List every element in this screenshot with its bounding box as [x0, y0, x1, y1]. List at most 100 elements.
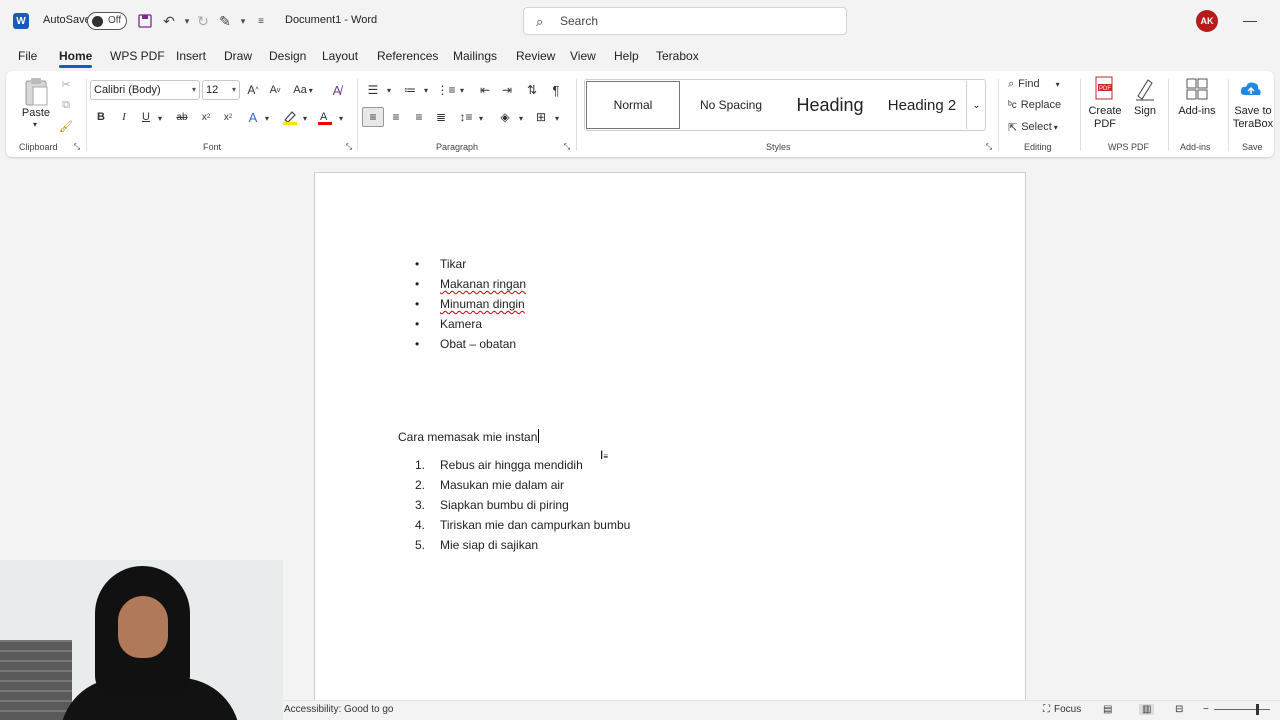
paste-dropdown-icon[interactable]: ▾: [28, 119, 42, 129]
align-left-icon[interactable]: ≡: [362, 107, 384, 127]
read-mode-icon[interactable]: ▤: [1103, 704, 1112, 715]
align-center-icon[interactable]: ≡: [387, 108, 405, 126]
tab-mailings[interactable]: Mailings: [453, 49, 497, 63]
zoom-out-icon[interactable]: −: [1203, 704, 1209, 715]
cut-icon[interactable]: ✂: [57, 75, 75, 93]
tab-view[interactable]: View: [570, 49, 596, 63]
shading-dropdown-icon[interactable]: ▾: [516, 113, 526, 123]
bullets-icon[interactable]: ☰: [364, 81, 382, 99]
tab-layout[interactable]: Layout: [322, 49, 358, 63]
line-spacing-dropdown-icon[interactable]: ▾: [476, 113, 486, 123]
user-avatar[interactable]: AK: [1196, 10, 1218, 32]
styles-more-icon[interactable]: ⌄: [966, 81, 986, 129]
replace-button[interactable]: ᵇc Replace: [1008, 96, 1078, 114]
autosave-toggle[interactable]: Off: [87, 12, 127, 30]
multilevel-list-icon[interactable]: ⋮≡: [437, 81, 456, 99]
numbering-icon[interactable]: ≔: [401, 81, 419, 99]
redo-icon[interactable]: ↻: [194, 12, 212, 30]
highlight-dropdown-icon[interactable]: ▾: [300, 113, 310, 123]
styles-launcher-icon[interactable]: ⤡: [984, 142, 994, 152]
shrink-font-icon[interactable]: Av: [266, 81, 284, 99]
text-effects-dropdown-icon[interactable]: ▾: [262, 113, 272, 123]
tab-review[interactable]: Review: [516, 49, 555, 63]
font-name-select[interactable]: Calibri (Body) ▾: [90, 80, 200, 100]
copy-icon[interactable]: ⧉: [57, 96, 75, 114]
terabox-cloud-icon[interactable]: [1238, 77, 1264, 101]
sort-icon[interactable]: ⇅: [523, 81, 541, 99]
zoom-slider[interactable]: [1214, 709, 1270, 710]
word-logo-icon: W: [13, 13, 29, 29]
numbering-dropdown-icon[interactable]: ▾: [421, 85, 431, 95]
tab-design[interactable]: Design: [269, 49, 306, 63]
search-box[interactable]: ⌕ Search: [523, 7, 847, 35]
borders-icon[interactable]: ⊞: [532, 108, 550, 126]
decrease-indent-icon[interactable]: ⇤: [476, 81, 494, 99]
tab-terabox[interactable]: Terabox: [656, 49, 699, 63]
text-effects-icon[interactable]: A: [244, 108, 262, 126]
style-heading[interactable]: Heading: [781, 81, 879, 129]
tab-references[interactable]: References: [377, 49, 438, 63]
style-no-spacing[interactable]: No Spacing: [683, 81, 779, 129]
tab-home[interactable]: Home: [59, 49, 93, 68]
web-layout-icon[interactable]: ⊟: [1175, 704, 1183, 715]
line-spacing-icon[interactable]: ↕≡: [457, 108, 475, 126]
zoom-slider-thumb[interactable]: [1256, 704, 1259, 715]
clipboard-launcher-icon[interactable]: ⤡: [72, 142, 82, 152]
save-icon[interactable]: [136, 12, 154, 30]
font-color-dropdown-icon[interactable]: ▾: [336, 113, 346, 123]
italic-icon[interactable]: I: [115, 108, 133, 126]
underline-icon[interactable]: U: [137, 108, 155, 126]
accessibility-status[interactable]: Accessibility: Good to go: [284, 704, 394, 715]
align-right-icon[interactable]: ≡: [410, 108, 428, 126]
style-normal[interactable]: Normal: [586, 81, 680, 129]
paragraph-launcher-icon[interactable]: ⤡: [562, 142, 572, 152]
select-button[interactable]: ⇱ Select ▾: [1008, 118, 1078, 136]
font-size-select[interactable]: 12 ▾: [202, 80, 240, 100]
subscript-icon[interactable]: x2: [197, 108, 215, 126]
font-color-icon[interactable]: A: [316, 108, 334, 126]
tab-insert[interactable]: Insert: [176, 49, 206, 63]
strikethrough-icon[interactable]: ab: [173, 108, 191, 126]
tab-draw[interactable]: Draw: [224, 49, 252, 63]
bullets-dropdown-icon[interactable]: ▾: [384, 85, 394, 95]
font-launcher-icon[interactable]: ⤡: [344, 142, 354, 152]
document-page[interactable]: • Tikar • Makanan ringan • Minuman dingin •…: [314, 172, 1026, 712]
print-layout-icon[interactable]: ▥: [1139, 704, 1155, 715]
minimize-icon[interactable]: —: [1240, 10, 1260, 30]
select-cursor-icon: ⇱: [1008, 121, 1018, 134]
customize-toolbar-icon[interactable]: ≡: [252, 12, 270, 30]
borders-dropdown-icon[interactable]: ▾: [552, 113, 562, 123]
format-painter-icon[interactable]: 🖌: [57, 117, 75, 135]
superscript-icon[interactable]: x2: [219, 108, 237, 126]
grow-font-icon[interactable]: A ^: [244, 81, 262, 99]
tab-file[interactable]: File: [18, 49, 37, 63]
bold-icon[interactable]: B: [92, 108, 110, 126]
find-button[interactable]: ⌕ Find ▾: [1008, 75, 1078, 93]
list-number: 3.: [415, 498, 426, 512]
format-dropdown-icon[interactable]: ▾: [234, 12, 252, 30]
draw-format-icon[interactable]: ✎: [216, 12, 234, 30]
style-heading-2[interactable]: Heading 2: [879, 81, 965, 129]
paragraph-heading[interactable]: Cara memasak mie instan: [398, 429, 540, 444]
change-case-button[interactable]: Aa ▾: [290, 81, 316, 99]
focus-button[interactable]: ⛶ Focus: [1043, 704, 1081, 715]
increase-indent-icon[interactable]: ⇥: [498, 81, 516, 99]
show-formatting-icon[interactable]: ¶: [547, 81, 565, 99]
undo-icon[interactable]: ↶: [160, 12, 178, 30]
sign-icon[interactable]: [1132, 75, 1158, 103]
editing-group-label: Editing: [1024, 142, 1052, 152]
find-label: Find: [1018, 78, 1040, 90]
justify-icon[interactable]: ≣: [432, 108, 450, 126]
add-ins-icon[interactable]: [1184, 75, 1210, 103]
find-icon: ⌕: [1008, 77, 1015, 90]
clear-formatting-icon[interactable]: A̸: [328, 81, 346, 99]
create-pdf-icon[interactable]: PDF: [1092, 75, 1118, 103]
shading-icon[interactable]: ◈: [496, 108, 514, 126]
tab-wps-pdf[interactable]: WPS PDF: [110, 49, 165, 63]
paste-icon[interactable]: [21, 77, 51, 107]
save-group-label: Save: [1242, 142, 1263, 152]
tab-help[interactable]: Help: [614, 49, 639, 63]
highlight-icon[interactable]: [280, 108, 300, 126]
underline-dropdown-icon[interactable]: ▾: [155, 113, 165, 123]
multilevel-dropdown-icon[interactable]: ▾: [457, 85, 467, 95]
